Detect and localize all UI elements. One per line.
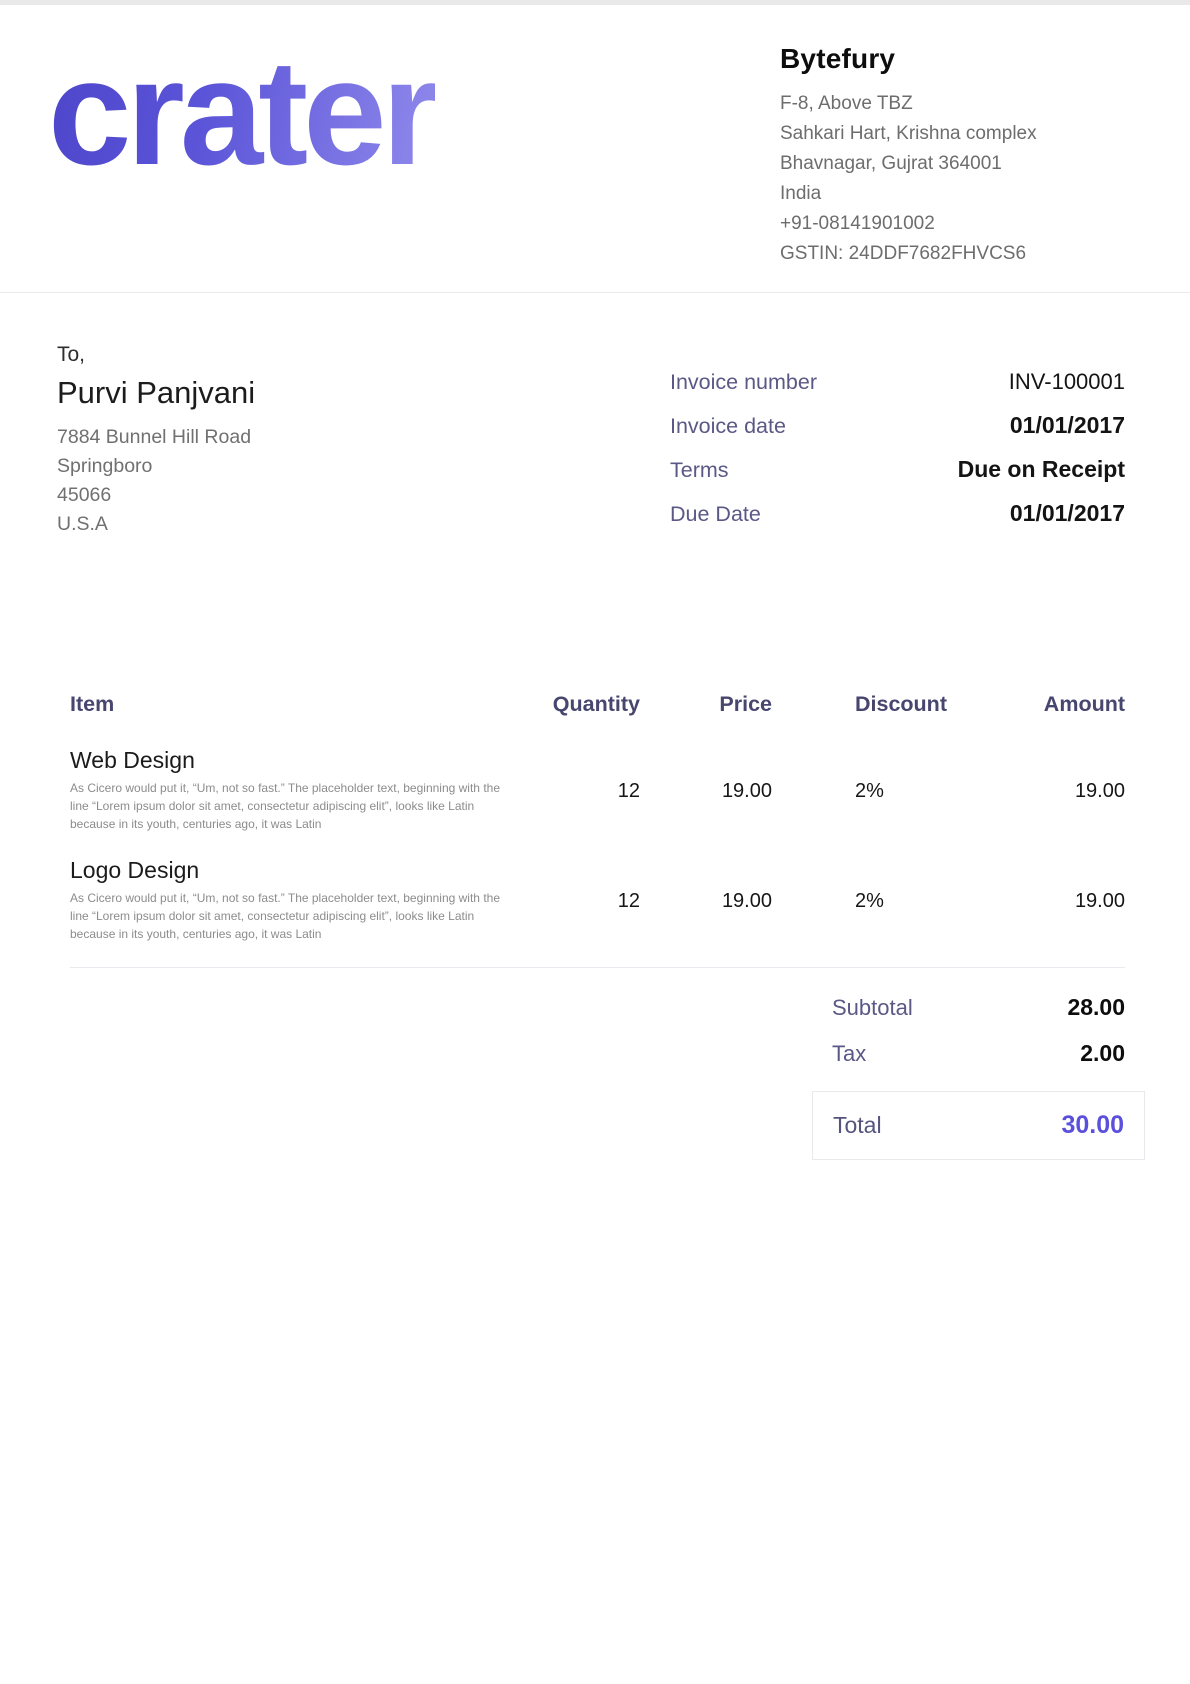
company-address-line: F-8, Above TBZ: [780, 89, 1125, 119]
invoice-number-value: INV-100001: [1009, 369, 1125, 395]
invoice-date-value: 01/01/2017: [1010, 412, 1125, 439]
total-value: 30.00: [1061, 1111, 1124, 1140]
customer-address-line: Springboro: [57, 452, 255, 481]
item-quantity: 12: [535, 747, 640, 803]
company-address: F-8, Above TBZ Sahkari Hart, Krishna com…: [780, 89, 1125, 269]
company-address-line: India: [780, 179, 1125, 209]
due-date-row: Due Date 01/01/2017: [670, 500, 1125, 527]
invoice-date-row: Invoice date 01/01/2017: [670, 412, 1125, 439]
total-label: Total: [833, 1112, 882, 1139]
items-table-header: Item Quantity Price Discount Amount: [70, 692, 1125, 717]
to-label: To,: [57, 343, 255, 367]
bill-to-block: To, Purvi Panjvani 7884 Bunnel Hill Road…: [57, 343, 255, 544]
items-table: Item Quantity Price Discount Amount Web …: [0, 692, 1190, 943]
item-price: 19.00: [640, 747, 772, 803]
customer-address-line: 45066: [57, 481, 255, 510]
company-name: Bytefury: [780, 43, 1125, 75]
item-discount: 2%: [772, 857, 952, 913]
invoice-meta-block: Invoice number INV-100001 Invoice date 0…: [670, 343, 1125, 544]
invoice-header: crater Bytefury F-8, Above TBZ Sahkari H…: [0, 5, 1190, 293]
item-quantity: 12: [535, 857, 640, 913]
item-amount: 19.00: [952, 747, 1125, 803]
item-description: As Cicero would put it, “Um, not so fast…: [70, 889, 520, 943]
due-date-label: Due Date: [670, 502, 761, 527]
due-date-value: 01/01/2017: [1010, 500, 1125, 527]
subtotal-row: Subtotal 28.00: [812, 994, 1145, 1021]
item-cell: Web Design As Cicero would put it, “Um, …: [70, 747, 535, 833]
item-description: As Cicero would put it, “Um, not so fast…: [70, 779, 520, 833]
subtotal-label: Subtotal: [832, 995, 913, 1021]
tax-label: Tax: [832, 1041, 866, 1067]
tax-row: Tax 2.00: [812, 1040, 1145, 1067]
company-phone: +91-08141901002: [780, 209, 1125, 239]
item-discount: 2%: [772, 747, 952, 803]
table-row: Web Design As Cicero would put it, “Um, …: [70, 747, 1125, 833]
company-gstin: GSTIN: 24DDF7682FHVCS6: [780, 239, 1125, 269]
company-block: Bytefury F-8, Above TBZ Sahkari Hart, Kr…: [780, 35, 1125, 269]
customer-address-line: U.S.A: [57, 510, 255, 539]
customer-address: 7884 Bunnel Hill Road Springboro 45066 U…: [57, 423, 255, 539]
item-amount: 19.00: [952, 857, 1125, 913]
customer-and-meta-section: To, Purvi Panjvani 7884 Bunnel Hill Road…: [0, 293, 1190, 544]
discount-column-header: Discount: [772, 692, 952, 717]
totals-block: Subtotal 28.00 Tax 2.00 Total 30.00: [812, 994, 1145, 1160]
crater-logo: crater: [48, 43, 435, 181]
terms-row: Terms Due on Receipt: [670, 456, 1125, 483]
terms-value: Due on Receipt: [958, 456, 1125, 483]
tax-value: 2.00: [1080, 1040, 1125, 1067]
customer-address-line: 7884 Bunnel Hill Road: [57, 423, 255, 452]
item-price: 19.00: [640, 857, 772, 913]
item-name: Web Design: [70, 747, 535, 774]
customer-name: Purvi Panjvani: [57, 375, 255, 411]
company-address-line: Sahkari Hart, Krishna complex: [780, 119, 1125, 149]
items-divider: [70, 967, 1125, 968]
quantity-column-header: Quantity: [535, 692, 640, 717]
item-name: Logo Design: [70, 857, 535, 884]
total-box: Total 30.00: [812, 1091, 1145, 1160]
subtotal-value: 28.00: [1067, 994, 1125, 1021]
company-address-line: Bhavnagar, Gujrat 364001: [780, 149, 1125, 179]
item-cell: Logo Design As Cicero would put it, “Um,…: [70, 857, 535, 943]
terms-label: Terms: [670, 458, 729, 483]
amount-column-header: Amount: [952, 692, 1125, 717]
item-column-header: Item: [70, 692, 535, 717]
price-column-header: Price: [640, 692, 772, 717]
table-row: Logo Design As Cicero would put it, “Um,…: [70, 857, 1125, 943]
invoice-date-label: Invoice date: [670, 414, 786, 439]
invoice-number-row: Invoice number INV-100001: [670, 369, 1125, 395]
invoice-number-label: Invoice number: [670, 370, 817, 395]
